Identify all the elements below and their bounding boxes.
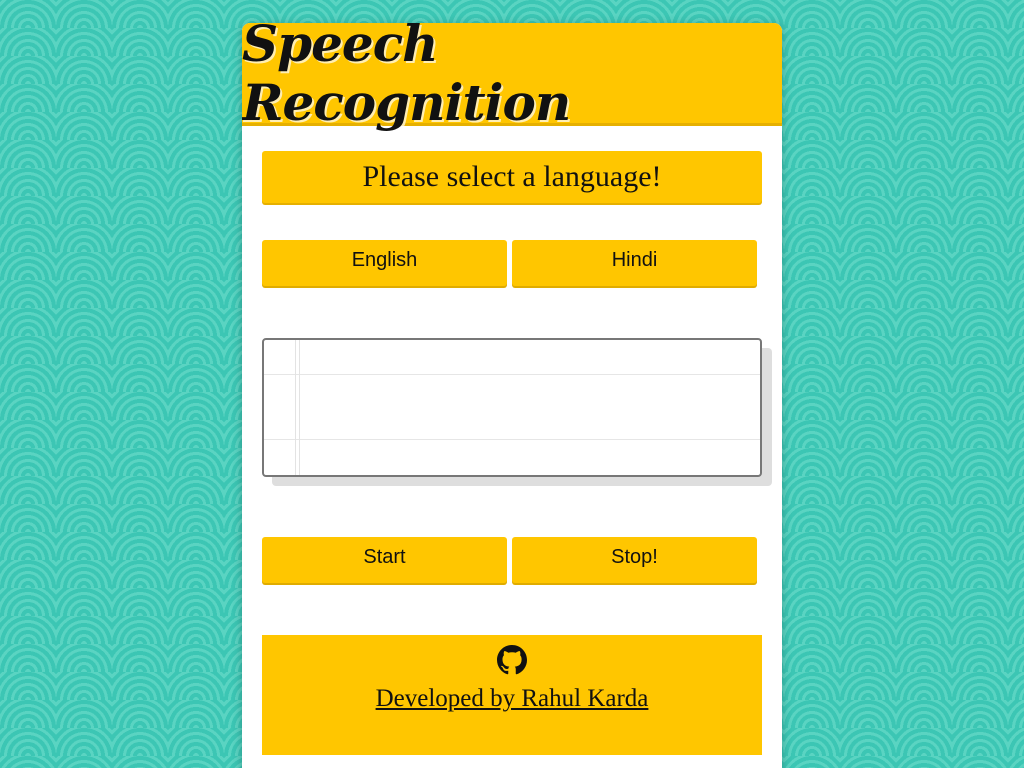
hindi-button[interactable]: Hindi [512,240,757,286]
developer-link[interactable]: Developed by Rahul Karda [376,685,649,713]
stop-button[interactable]: Stop! [512,537,757,583]
footer: Developed by Rahul Karda [262,635,762,755]
start-button[interactable]: Start [262,537,507,583]
github-icon[interactable] [497,645,527,675]
language-prompt: Please select a language! [262,151,762,203]
page-title: Speech Recognition [242,23,571,132]
main-card: Speech Recognition Please select a langu… [242,23,782,768]
header-bar: Speech Recognition [242,23,782,132]
english-button[interactable]: English [262,240,507,286]
transcript-textarea[interactable] [262,338,762,477]
